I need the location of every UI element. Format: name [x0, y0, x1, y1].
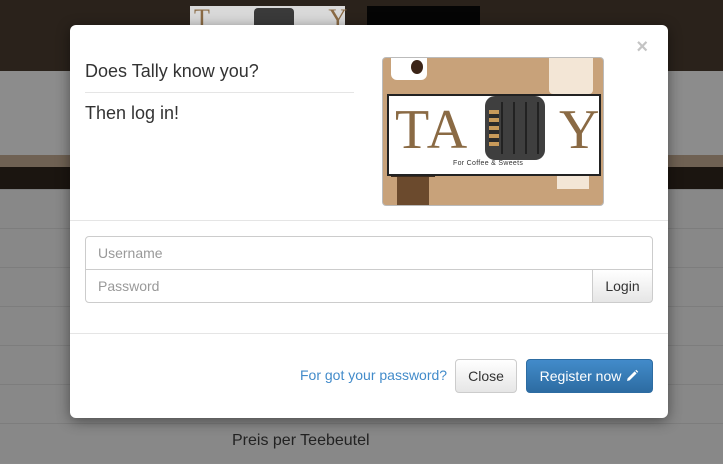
password-input[interactable] [85, 269, 593, 303]
forgot-password-link[interactable]: For got your password? [300, 367, 447, 383]
takeaway-cup-icon [391, 167, 435, 205]
register-button-label: Register now [539, 368, 622, 384]
close-button[interactable]: Close [455, 359, 517, 393]
login-form: Login [70, 221, 668, 334]
logo-word-right: Y [559, 99, 600, 161]
login-modal: Does Tally know you? Then log in! TA Y F… [70, 25, 668, 418]
logo-word-left: TA [395, 99, 470, 161]
title-divider [85, 92, 354, 93]
login-button[interactable]: Login [592, 269, 653, 303]
close-icon[interactable]: × [636, 37, 648, 57]
modal-header: Does Tally know you? Then log in! TA Y F… [70, 25, 668, 221]
username-input[interactable] [85, 236, 653, 270]
tally-logo-image: TA Y For Coffee & Sweets [382, 57, 604, 206]
pencil-icon [625, 369, 639, 383]
logo-band: TA Y For Coffee & Sweets [387, 94, 601, 176]
register-button[interactable]: Register now [526, 359, 653, 393]
background-price-label: Preis per Teebeutel [232, 432, 370, 449]
modal-title: Does Tally know you? [85, 61, 259, 81]
modal-subtitle: Then log in! [85, 103, 180, 123]
coffee-machine-icon [485, 96, 545, 160]
logo-tagline: For Coffee & Sweets [453, 160, 524, 167]
coffee-cup-icon [391, 58, 427, 80]
latte-cup-icon [549, 58, 593, 94]
